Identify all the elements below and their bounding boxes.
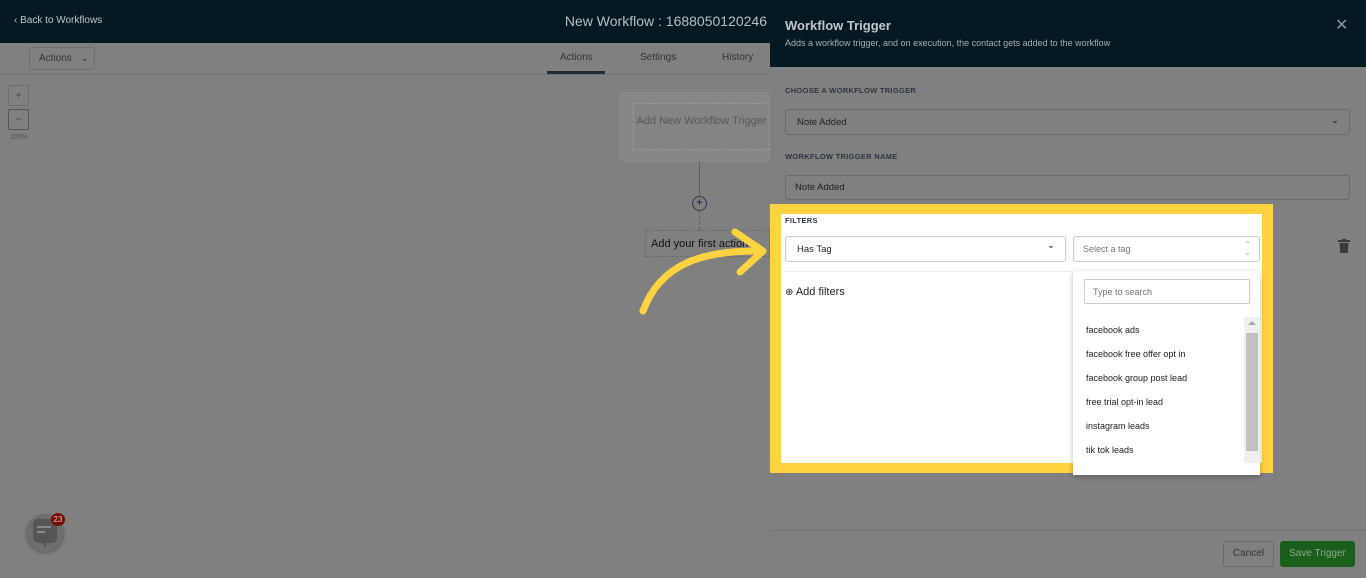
- tab-history[interactable]: History: [722, 52, 753, 63]
- actions-dropdown[interactable]: Actions ⌄: [29, 47, 95, 70]
- add-filters-label: Add filters: [795, 286, 845, 298]
- scroll-up-icon[interactable]: [1248, 321, 1256, 325]
- add-action-plus-icon[interactable]: +: [692, 196, 707, 211]
- tag-option[interactable]: facebook free offer opt in: [1086, 349, 1185, 359]
- tab-actions[interactable]: Actions: [560, 52, 593, 63]
- zoom-level: 100%: [10, 134, 28, 141]
- tab-settings[interactable]: Settings: [640, 52, 676, 63]
- tag-option[interactable]: tik tok leads: [1086, 445, 1134, 455]
- back-label: Back to Workflows: [20, 15, 103, 26]
- arrow-annotation-icon: [639, 228, 767, 315]
- tag-select[interactable]: Select a tag ⌃ ⌄: [1073, 236, 1260, 262]
- sort-arrows-icon: ⌃ ⌄: [1244, 240, 1251, 257]
- chevron-down-icon: ⌄: [1331, 115, 1339, 126]
- trigger-name-label: WORKFLOW TRIGGER NAME: [785, 152, 898, 161]
- actions-dropdown-label: Actions: [39, 53, 72, 64]
- cancel-button[interactable]: Cancel: [1223, 541, 1274, 567]
- filter-type-value: Has Tag: [797, 244, 832, 255]
- tag-option[interactable]: instagram leads: [1086, 421, 1150, 431]
- chevron-down-icon: ⌄: [80, 53, 89, 64]
- add-trigger-button[interactable]: Add New Workflow Trigger: [633, 103, 770, 150]
- choose-trigger-label: CHOOSE A WORKFLOW TRIGGER: [785, 86, 917, 95]
- trigger-type-value: Note Added: [797, 117, 847, 128]
- scrollbar[interactable]: [1244, 317, 1260, 463]
- filter-type-select[interactable]: Has Tag ⌄: [785, 236, 1066, 262]
- zoom-out-button[interactable]: −: [8, 109, 29, 130]
- chevron-down-icon: ⌄: [1047, 240, 1055, 251]
- back-to-workflows-link[interactable]: ‹ Back to Workflows: [14, 15, 102, 26]
- connector-line: [699, 162, 700, 196]
- scrollbar-thumb[interactable]: [1246, 333, 1258, 451]
- zoom-in-button[interactable]: +: [8, 85, 29, 106]
- plus-circle-icon: ⊕: [785, 287, 794, 298]
- close-icon[interactable]: ✕: [1335, 15, 1348, 35]
- trash-icon[interactable]: [1338, 239, 1350, 253]
- tag-select-placeholder: Select a tag: [1083, 244, 1131, 254]
- panel-subtitle: Adds a workflow trigger, and on executio…: [785, 38, 1111, 48]
- tag-option[interactable]: free trial opt-in lead: [1086, 397, 1163, 407]
- trigger-name-input[interactable]: Note Added: [785, 175, 1350, 200]
- filters-label: FILTERS: [785, 216, 818, 225]
- notification-badge: 23: [51, 513, 65, 526]
- save-trigger-button[interactable]: Save Trigger: [1280, 541, 1355, 567]
- workflow-title: New Workflow : 1688050120246: [564, 13, 767, 29]
- tag-search-input[interactable]: [1084, 279, 1250, 304]
- divider: [770, 530, 1366, 531]
- panel-header: [770, 0, 1366, 67]
- add-filters-button[interactable]: ⊕ Add filters: [785, 286, 845, 298]
- panel-title: Workflow Trigger: [785, 18, 891, 33]
- divider: [785, 271, 1073, 272]
- divider: [0, 74, 770, 75]
- trigger-type-select[interactable]: Note Added ⌄: [785, 109, 1350, 135]
- tag-option[interactable]: facebook ads: [1086, 325, 1140, 335]
- tag-option[interactable]: facebook group post lead: [1086, 373, 1187, 383]
